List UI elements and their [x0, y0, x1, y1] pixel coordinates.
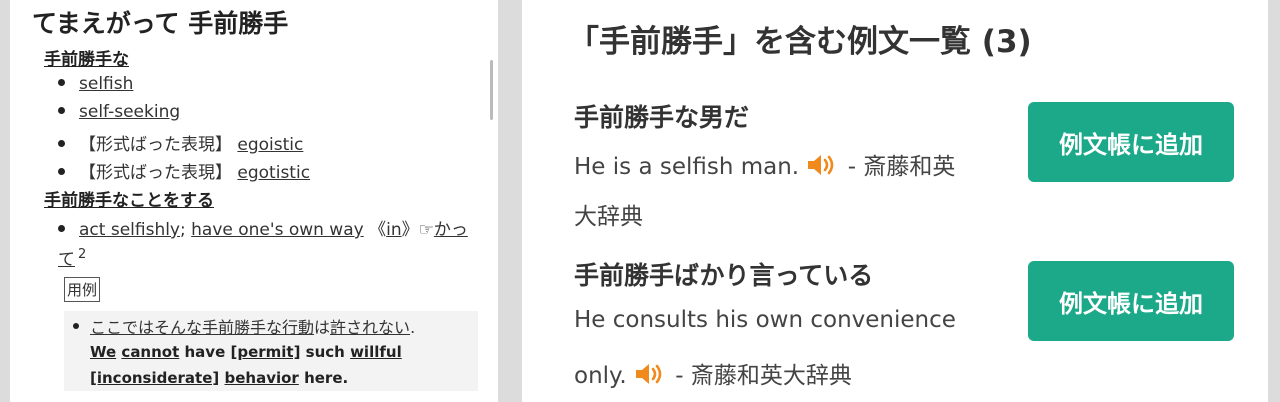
example-translation: He is a selfish man. - 斎藤和英 — [574, 147, 955, 182]
translation-link-egotistic[interactable]: egotistic — [237, 163, 310, 183]
bullet-icon — [58, 167, 65, 175]
list-item: 【形式ばった表現】 egotistic — [58, 158, 310, 183]
example-sentence-jp: 手前勝手な男だ — [574, 103, 750, 132]
example-link[interactable]: 許されない — [330, 318, 410, 337]
example-source-cont: 大辞典 — [574, 204, 643, 230]
sense-heading-1[interactable]: 手前勝手な — [44, 45, 129, 70]
sense-heading-2[interactable]: 手前勝手なことをする — [44, 186, 214, 211]
example-source: - 斎藤和英 — [840, 154, 956, 180]
entry-title: てまえがって 手前勝手 — [32, 9, 289, 38]
scrollbar-thumb[interactable] — [490, 60, 493, 120]
dictionary-entry-panel: てまえがって 手前勝手 手前勝手な selfish self-seeking 【… — [10, 0, 498, 402]
example-translation: He consults his own convenience — [574, 307, 956, 333]
list-item: act selfishly; have one's own way 《in》☞か… — [58, 215, 468, 240]
translation-link-egoistic[interactable]: egoistic — [237, 135, 303, 155]
example-word-link[interactable]: willful — [350, 343, 402, 361]
example-list-title: 「手前勝手」を含む例文一覧 (3) — [568, 24, 1032, 60]
example-link[interactable]: ここではそんな手前勝手な — [90, 318, 282, 337]
translation-link-have-ones-own-way[interactable]: have one's own way — [191, 220, 364, 240]
link-te[interactable]: て — [58, 250, 75, 270]
bullet-icon — [73, 323, 79, 329]
list-item: selfish — [58, 74, 133, 94]
example-word-link[interactable]: [inconsiderate] — [90, 369, 219, 387]
usage-example-jp: ここではそんな手前勝手な行動は許されない. — [90, 318, 416, 337]
example-word-link[interactable]: We — [90, 343, 116, 361]
translation-link-selfish[interactable]: selfish — [79, 74, 133, 94]
screen: てまえがって 手前勝手 手前勝手な selfish self-seeking 【… — [0, 0, 1280, 402]
superscript: 2 — [78, 247, 87, 263]
usage-example-en-line1: We cannot have [permit] such willful — [90, 343, 402, 361]
list-item: 【形式ばった表現】 egoistic — [58, 130, 303, 155]
usage-example-box: ここではそんな手前勝手な行動は許されない. We cannot have [pe… — [64, 311, 478, 391]
bullet-icon — [58, 106, 65, 114]
add-to-phrasebook-button[interactable]: 例文帳に追加 — [1028, 261, 1234, 341]
example-sentence-jp: 手前勝手ばかり言っている — [574, 261, 874, 290]
example-word-link[interactable]: behavior — [225, 369, 299, 387]
link-in[interactable]: in — [386, 220, 402, 240]
example-word-link[interactable]: cannot — [121, 343, 179, 361]
bullet-icon — [58, 78, 65, 86]
translation-link-self-seeking[interactable]: self-seeking — [79, 102, 180, 122]
speaker-icon[interactable] — [634, 360, 668, 388]
list-item: self-seeking — [58, 102, 180, 122]
bullet-icon — [58, 224, 65, 232]
link-katte[interactable]: かっ — [434, 220, 468, 240]
example-sentences-panel: 「手前勝手」を含む例文一覧 (3) 手前勝手な男だ He is a selfis… — [522, 0, 1268, 402]
example-source: - 斎藤和英大辞典 — [668, 363, 852, 389]
list-item-continuation: て2 — [58, 245, 86, 270]
speaker-icon[interactable] — [806, 151, 840, 179]
usage-example-en-line2: [inconsiderate] behavior here. — [90, 369, 349, 387]
example-label-box: 用例 — [64, 277, 101, 302]
add-to-phrasebook-button[interactable]: 例文帳に追加 — [1028, 102, 1234, 182]
bullet-icon — [58, 139, 65, 147]
example-link[interactable]: 行動 — [282, 318, 314, 337]
example-translation-cont: only. - 斎藤和英大辞典 — [574, 356, 852, 391]
example-word-link[interactable]: [permit] — [230, 343, 300, 361]
translation-link-act-selfishly[interactable]: act selfishly — [79, 220, 180, 240]
